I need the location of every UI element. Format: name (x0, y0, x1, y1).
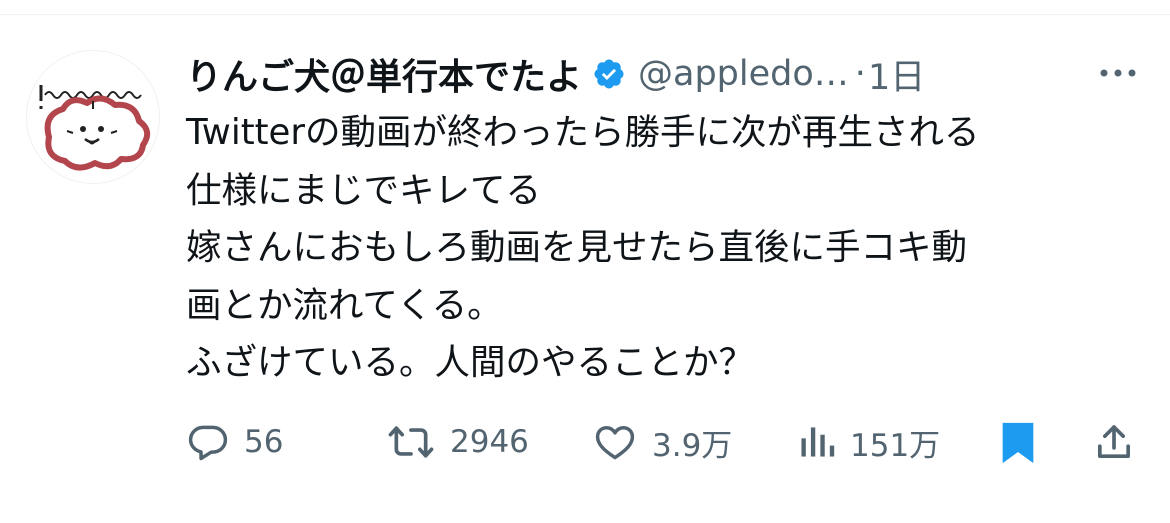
tweet-text: Twitterの動画が終わったら勝手に次が再生される 仕様にまじでキレてる 嫁さ… (186, 104, 1146, 392)
views-button[interactable]: 151万 (796, 412, 940, 472)
action-bar: 56 2946 3.9万 151万 (0, 412, 1170, 472)
reply-button[interactable]: 56 (186, 412, 283, 472)
like-button[interactable]: 3.9万 (592, 412, 732, 472)
display-name[interactable]: りんご犬＠単行本でたよ (186, 48, 582, 100)
avatar[interactable] (26, 50, 160, 184)
timestamp[interactable]: 1日 (868, 49, 925, 100)
tweet-text-line: 画とか流れてくる。 (186, 284, 503, 326)
top-divider (0, 14, 1170, 15)
tweet-header: りんご犬＠単行本でたよ @appledo… · 1日 (186, 46, 1146, 102)
tweet-text-line: Twitterの動画が終わったら勝手に次が再生される (186, 112, 980, 153)
cartoon-dog-avatar-icon (27, 51, 159, 183)
retweet-icon (388, 426, 434, 458)
heart-icon (595, 425, 635, 460)
reply-count: 56 (244, 424, 284, 460)
more-options-icon[interactable] (1096, 58, 1140, 88)
separator-dot: · (854, 54, 866, 94)
retweet-button[interactable]: 2946 (386, 412, 529, 472)
reply-icon (188, 425, 228, 461)
like-count: 3.9万 (652, 427, 733, 464)
tweet-text-line: 嫁さんにおもしろ動画を見せたら直後に手コキ動 (186, 227, 968, 268)
author-handle[interactable]: @appledo… (638, 54, 849, 94)
tweet-text-line: 仕様にまじでキレてる (186, 169, 542, 211)
bookmark-icon[interactable] (998, 420, 1038, 466)
views-count: 151万 (850, 427, 941, 464)
retweet-count: 2946 (450, 424, 529, 460)
views-bar-chart-icon (801, 427, 835, 457)
verified-badge-icon (594, 59, 624, 89)
share-icon[interactable] (1094, 420, 1134, 464)
tweet-text-line: ふざけている。人間のやることか？ (186, 342, 755, 383)
